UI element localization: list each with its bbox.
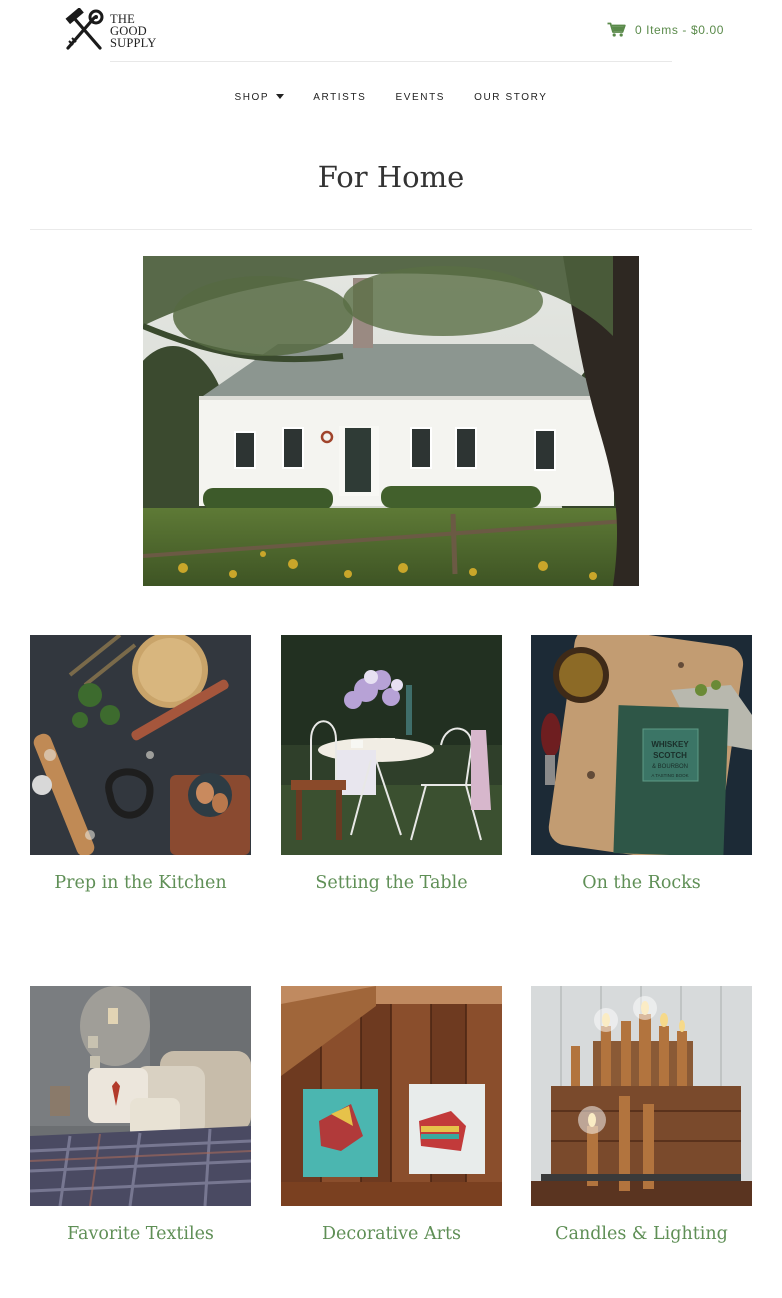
caret-down-icon (276, 93, 285, 99)
hammer-key-logo-icon (65, 8, 104, 50)
category-label[interactable]: Decorative Arts (281, 1224, 502, 1244)
cart-link[interactable]: 0 Items - $0.00 (607, 22, 724, 37)
logo-wordmark: THE GOOD SUPPLY (110, 13, 157, 50)
main-nav: SHOP ARTISTS EVENTS OUR STORY (0, 88, 782, 106)
spool-candles-image[interactable] (531, 986, 752, 1206)
category-label[interactable]: Prep in the Kitchen (30, 873, 251, 893)
book-cover-title-1: WHISKEY (651, 740, 689, 749)
site-logo[interactable]: THE GOOD SUPPLY (60, 8, 170, 54)
nav-events-label: EVENTS (395, 91, 446, 103)
nav-events[interactable]: EVENTS (395, 88, 445, 106)
category-label[interactable]: Candles & Lighting (531, 1224, 752, 1244)
category-on-the-rocks[interactable]: WHISKEY SCOTCH & BOURBON A TASTING BOOK … (531, 635, 752, 893)
hero-image-farmhouse (143, 256, 639, 586)
logo-line-3: SUPPLY (110, 36, 157, 50)
bedroom-textiles-image[interactable] (30, 986, 251, 1206)
nav-shop-label: SHOP (234, 91, 270, 103)
nav-our-story-label: OUR STORY (474, 91, 548, 103)
title-divider (30, 229, 752, 230)
category-candles-and-lighting[interactable]: Candles & Lighting (531, 986, 752, 1244)
book-cover-subtitle: A TASTING BOOK (651, 773, 688, 778)
book-cover-title-3: & BOURBON (652, 764, 688, 770)
header-divider (110, 61, 672, 62)
nav-our-story[interactable]: OUR STORY (474, 88, 548, 106)
category-prep-in-the-kitchen[interactable]: Prep in the Kitchen (30, 635, 251, 893)
nav-artists[interactable]: ARTISTS (313, 88, 366, 106)
page-title: For Home (317, 160, 465, 194)
category-label[interactable]: Setting the Table (281, 873, 502, 893)
nav-shop[interactable]: SHOP (234, 88, 285, 106)
book-cover-title-2: SCOTCH (653, 751, 687, 760)
shopping-cart-icon (607, 22, 626, 37)
category-favorite-textiles[interactable]: Favorite Textiles (30, 986, 251, 1244)
whiskey-book-image[interactable]: WHISKEY SCOTCH & BOURBON A TASTING BOOK (531, 635, 752, 855)
cart-summary: 0 Items - $0.00 (634, 22, 724, 37)
category-decorative-arts[interactable]: Decorative Arts (281, 986, 502, 1244)
category-label[interactable]: Favorite Textiles (30, 1224, 251, 1244)
nav-artists-label: ARTISTS (313, 91, 367, 103)
kitchen-tools-image[interactable] (30, 635, 251, 855)
wood-art-panels-image[interactable] (281, 986, 502, 1206)
site-header: THE GOOD SUPPLY 0 Items - $0.00 (0, 0, 782, 62)
outdoor-table-image[interactable] (281, 635, 502, 855)
category-label[interactable]: On the Rocks (531, 873, 752, 893)
category-setting-the-table[interactable]: Setting the Table (281, 635, 502, 893)
